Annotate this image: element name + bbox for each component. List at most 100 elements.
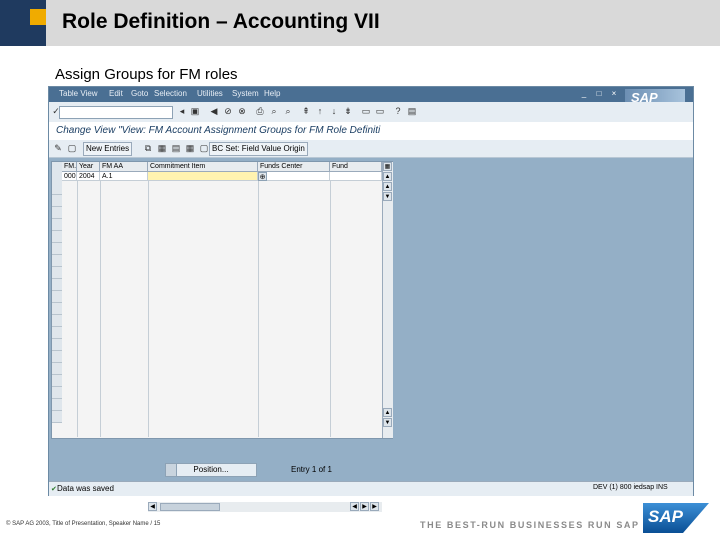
last-page-icon[interactable]: ⇟: [343, 106, 353, 116]
deselect-icon[interactable]: ▢: [199, 143, 209, 153]
entry-count: Entry 1 of 1: [291, 465, 332, 474]
row-selector[interactable]: [52, 231, 62, 243]
row-selector[interactable]: [52, 291, 62, 303]
display-change-icon[interactable]: ✎: [53, 143, 63, 153]
row-selector[interactable]: [52, 411, 62, 423]
table-cell[interactable]: 0001: [62, 172, 77, 181]
status-message: Data was saved: [57, 484, 114, 493]
delete-icon[interactable]: ▦: [157, 143, 167, 153]
table-cell[interactable]: 2004: [77, 172, 100, 181]
table-cell[interactable]: A.1: [100, 172, 148, 181]
close-icon[interactable]: ×: [609, 89, 619, 99]
column-divider: [330, 181, 331, 437]
slide-subtitle: Assign Groups for FM roles: [55, 66, 238, 83]
status-bar: ✔ Data was saved DEV (1) 800 iedsap INS: [49, 481, 693, 496]
find-next-icon[interactable]: ⌕: [283, 106, 293, 116]
screen-title-bar: Change View "View: FM Account Assignment…: [49, 122, 693, 141]
row-selector[interactable]: [52, 375, 62, 387]
horizontal-scrollbar[interactable]: ◀ ◀ ▶ ▶: [148, 502, 382, 512]
value-help-icon[interactable]: ⊕: [258, 172, 267, 181]
maximize-icon[interactable]: □: [594, 89, 604, 99]
first-page-icon[interactable]: ⇞: [301, 106, 311, 116]
menu-item-selection[interactable]: Selection: [154, 89, 187, 98]
layout-icon[interactable]: ▤: [407, 106, 417, 116]
scroll-down-icon[interactable]: ▼: [383, 418, 392, 427]
help-icon[interactable]: ?: [393, 106, 403, 116]
slide-title: Role Definition – Accounting VII: [62, 10, 380, 33]
row-selector[interactable]: [52, 351, 62, 363]
menu-item-help[interactable]: Help: [264, 89, 280, 98]
minimize-icon[interactable]: _: [579, 89, 589, 99]
save-icon[interactable]: ▣: [190, 106, 200, 116]
print-icon[interactable]: ⎙: [255, 106, 265, 116]
position-icon: [166, 464, 177, 476]
scroll-right-icon[interactable]: ▶: [360, 502, 369, 511]
menu-item-utilities[interactable]: Utilities: [197, 89, 223, 98]
row-selector[interactable]: [52, 279, 62, 291]
menu-item-goto[interactable]: Goto: [131, 89, 148, 98]
row-selector[interactable]: [52, 339, 62, 351]
row-selector[interactable]: [52, 327, 62, 339]
commitment-item-input[interactable]: [148, 172, 258, 181]
column-header[interactable]: Funds Center: [258, 162, 330, 172]
column-config-icon[interactable]: ▦: [383, 162, 392, 171]
row-selector[interactable]: [52, 267, 62, 279]
position-button[interactable]: Position...: [165, 463, 257, 477]
dropdown-icon[interactable]: ◂: [177, 106, 187, 116]
row-selector[interactable]: [52, 195, 62, 207]
column-divider: [258, 181, 259, 437]
success-icon: ✔: [51, 486, 57, 493]
row-selector[interactable]: [52, 387, 62, 399]
row-selector[interactable]: [52, 219, 62, 231]
command-field[interactable]: [59, 106, 173, 119]
system-info: DEV (1) 800 iedsap INS: [593, 484, 668, 491]
scroll-up-icon[interactable]: ▲: [383, 182, 392, 191]
application-toolbar: ✎ ▢ New Entries ⧉ ▦ ▤ ▦ ▢ BC Set: Field …: [49, 140, 693, 158]
column-header[interactable]: Fund: [330, 162, 382, 172]
slide-footer: © SAP AG 2003, Title of Presentation, Sp…: [6, 521, 161, 527]
row-selector[interactable]: [52, 255, 62, 267]
next-page-icon[interactable]: ↓: [329, 106, 339, 116]
bc-set-button[interactable]: BC Set: Field Value Origin: [209, 142, 308, 156]
scroll-left-icon[interactable]: ◀: [148, 502, 157, 511]
menu-item-system[interactable]: System: [232, 89, 259, 98]
row-selector[interactable]: [52, 207, 62, 219]
scroll-top-icon[interactable]: ▲: [383, 172, 392, 181]
new-session-icon[interactable]: ▭: [361, 106, 371, 116]
menu-item-table-view[interactable]: Table View: [59, 89, 98, 98]
row-selector[interactable]: [52, 363, 62, 375]
find-icon[interactable]: ⌕: [269, 106, 279, 116]
new-entries-button[interactable]: New Entries: [83, 142, 133, 156]
row-selector[interactable]: [52, 243, 62, 255]
copy-icon[interactable]: ⧉: [143, 143, 153, 153]
vertical-scrollbar[interactable]: ▦ ▲ ▲ ▼ ▲ ▼: [382, 162, 393, 438]
fund-input[interactable]: [330, 172, 382, 181]
header-accent-square: [30, 9, 46, 25]
column-header[interactable]: Year: [77, 162, 100, 172]
row-selector[interactable]: [52, 303, 62, 315]
position-label: Position...: [193, 465, 229, 474]
display-icon[interactable]: ▢: [67, 143, 77, 153]
menu-item-edit[interactable]: Edit: [109, 89, 123, 98]
column-divider: [77, 181, 78, 437]
shortcut-icon[interactable]: ▭: [375, 106, 385, 116]
row-selector[interactable]: [52, 399, 62, 411]
scroll-up-icon[interactable]: ▲: [383, 408, 392, 417]
exit-icon[interactable]: ⊘: [223, 106, 233, 116]
scroll-right-end-icon[interactable]: ▶: [370, 502, 379, 511]
scroll-down-icon[interactable]: ▼: [383, 192, 392, 201]
sap-logo-text: SAP: [648, 507, 683, 526]
column-header[interactable]: FM AA: [100, 162, 148, 172]
back-icon[interactable]: ◀: [209, 106, 219, 116]
scroll-thumb[interactable]: [160, 503, 220, 511]
column-header[interactable]: FM...: [62, 162, 77, 172]
column-header[interactable]: Commitment Item: [148, 162, 258, 172]
scroll-left-icon[interactable]: ◀: [350, 502, 359, 511]
select-all-icon[interactable]: ▦: [185, 143, 195, 153]
row-selector[interactable]: [52, 183, 62, 195]
undo-icon[interactable]: ▤: [171, 143, 181, 153]
funds-center-input[interactable]: [258, 172, 330, 181]
row-selector[interactable]: [52, 315, 62, 327]
previous-page-icon[interactable]: ↑: [315, 106, 325, 116]
cancel-icon[interactable]: ⊗: [237, 106, 247, 116]
